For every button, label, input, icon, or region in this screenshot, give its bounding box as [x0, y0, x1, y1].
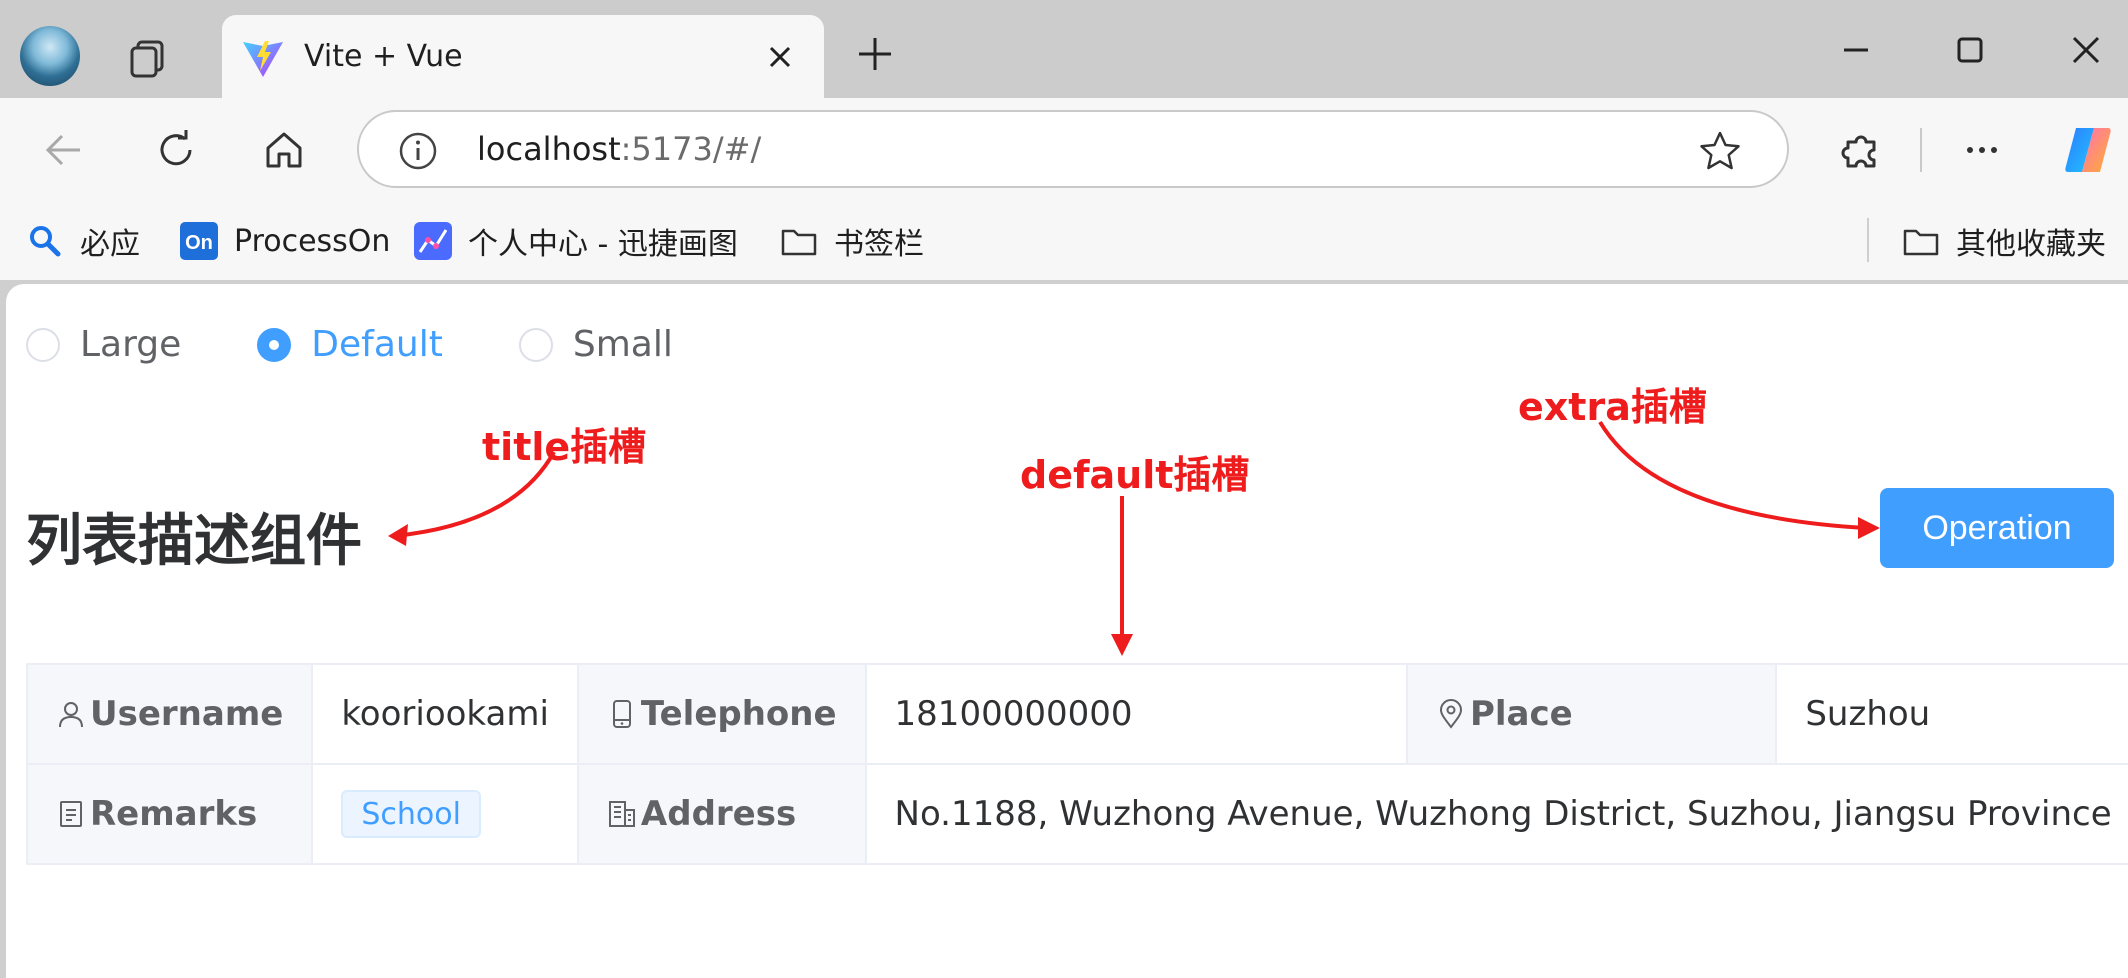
copilot-icon[interactable]	[2060, 122, 2116, 178]
label-cell-telephone: Telephone	[576, 663, 867, 765]
xunjie-chart-icon	[414, 222, 452, 260]
annotation-default-slot: default插槽	[1020, 453, 1250, 497]
folder-icon	[1903, 229, 1939, 256]
processon-logo-icon: On	[180, 222, 218, 260]
annotation-arrows	[388, 420, 1880, 656]
label-cell-username: Username	[25, 663, 314, 765]
radio-large[interactable]: Large	[26, 324, 181, 365]
radio-default[interactable]: Default	[257, 324, 443, 365]
new-tab-icon[interactable]	[855, 34, 895, 74]
back-arrow-icon[interactable]	[40, 126, 88, 174]
maximize-icon[interactable]	[1950, 30, 1990, 70]
label-cell-address: Address	[576, 763, 867, 865]
bookmark-other-favorites[interactable]: 其他收藏夹	[1902, 218, 2106, 264]
bookmarks-bar: 必应 On ProcessOn 个人中心 - 迅捷画图 书签栏 其他收藏夹	[0, 204, 2128, 280]
radio-circle-checked[interactable]	[257, 327, 292, 362]
bookmark-xunjie[interactable]: 个人中心 - 迅捷画图	[414, 218, 738, 264]
default-slot-arrowhead	[1111, 634, 1133, 656]
bookmarks-divider	[1867, 218, 1869, 262]
value-cell-telephone: 18100000000	[864, 663, 1408, 765]
profile-avatar[interactable]	[20, 26, 80, 86]
title-slot-arrowhead	[388, 524, 408, 546]
svg-text:On: On	[185, 232, 213, 254]
extra-slot-arrow	[1598, 420, 1867, 530]
location-icon	[1439, 699, 1462, 729]
refresh-icon[interactable]	[152, 126, 200, 174]
favorite-star-icon[interactable]	[1697, 128, 1743, 174]
address-bar[interactable]: localhost:5173/#/	[357, 110, 1789, 188]
page-content: Large Default Small title插槽 default插槽 ex…	[6, 284, 2128, 978]
extensions-puzzle-icon[interactable]	[1838, 126, 1886, 174]
bookmark-processon[interactable]: On ProcessOn	[180, 218, 390, 264]
value-cell-username: kooriookami	[311, 663, 579, 765]
iphone-icon	[612, 700, 631, 728]
tab-actions-icon[interactable]	[124, 34, 172, 82]
toolbar-divider	[1920, 128, 1922, 172]
site-info-icon[interactable]	[397, 130, 439, 172]
home-icon[interactable]	[260, 126, 308, 174]
operation-button[interactable]: Operation	[1880, 488, 2114, 568]
label-cell-remarks: Remarks	[25, 763, 314, 865]
close-icon[interactable]	[762, 39, 798, 75]
value-cell-remarks: School	[311, 763, 579, 865]
radio-circle[interactable]	[518, 327, 553, 362]
browser-tab-bar: Vite + Vue	[0, 0, 2128, 98]
descriptions-table: Username kooriookami Telephone 181000000…	[25, 663, 2128, 865]
browser-toolbar: localhost:5173/#/	[0, 98, 2128, 204]
extra-slot-arrowhead	[1858, 517, 1880, 539]
window-close-icon[interactable]	[2066, 30, 2106, 70]
folder-icon	[781, 229, 817, 256]
user-icon	[59, 702, 83, 728]
size-radio-group: Large Default Small	[26, 324, 749, 365]
bing-search-icon	[30, 226, 61, 257]
label-cell-place: Place	[1405, 663, 1778, 765]
value-cell-place: Suzhou	[1775, 663, 2128, 765]
bookmark-folder[interactable]: 书签栏	[780, 218, 924, 264]
bookmark-bing[interactable]: 必应	[26, 218, 140, 264]
office-building-icon	[608, 801, 635, 827]
table-row: Username kooriookami Telephone 181000000…	[25, 663, 2128, 765]
minimize-icon[interactable]	[1836, 30, 1876, 70]
annotation-title-slot: title插槽	[482, 425, 647, 469]
tab-vite-vue[interactable]: Vite + Vue	[222, 15, 824, 98]
tab-title: Vite + Vue	[304, 39, 463, 74]
school-tag: School	[341, 790, 481, 838]
radio-circle[interactable]	[26, 327, 60, 362]
table-row: Remarks School Address No.1188, Wuzhong …	[25, 763, 2128, 865]
annotation-extra-slot: extra插槽	[1518, 385, 1707, 429]
tickets-icon	[60, 801, 82, 827]
more-options-icon[interactable]	[1958, 126, 2006, 174]
vite-logo-icon	[243, 41, 283, 77]
descriptions-title: 列表描述组件	[26, 509, 362, 574]
url-text: localhost:5173/#/	[477, 130, 762, 168]
value-cell-address: No.1188, Wuzhong Avenue, Wuzhong Distric…	[864, 763, 2128, 865]
radio-small[interactable]: Small	[518, 324, 673, 365]
